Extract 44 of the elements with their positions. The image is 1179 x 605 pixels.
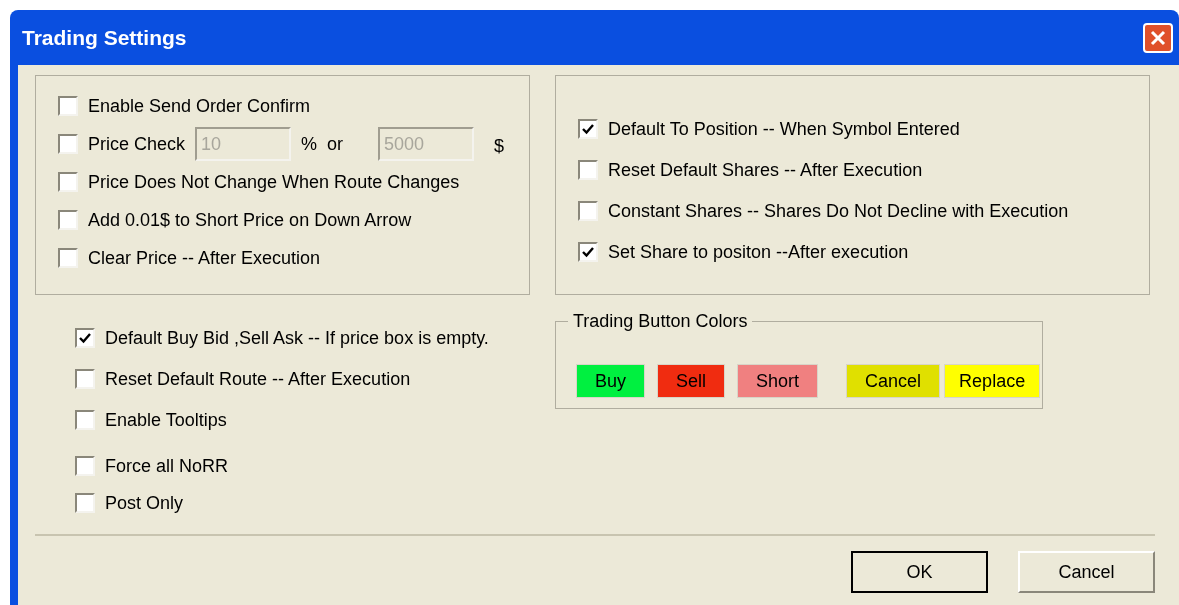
- checkbox-option[interactable]: Enable Send Order Confirm: [58, 94, 529, 118]
- checkbox-option[interactable]: Reset Default Shares -- After Execution: [578, 158, 1149, 182]
- checkbox-option[interactable]: Price Does Not Change When Route Changes: [58, 170, 529, 194]
- color-swatch-button[interactable]: Replace: [944, 364, 1041, 398]
- checkmark-icon: [582, 246, 594, 258]
- checkbox[interactable]: [58, 172, 78, 192]
- checkbox-option[interactable]: Set Share to positon --After execution: [578, 240, 1149, 264]
- checkbox-option[interactable]: Price Check: [58, 132, 186, 156]
- checkbox-option[interactable]: Clear Price -- After Execution: [58, 246, 529, 270]
- checkbox-option[interactable]: Enable Tooltips: [75, 408, 555, 432]
- checkmark-icon: [79, 332, 91, 344]
- checkbox[interactable]: [75, 493, 95, 513]
- checkbox-option[interactable]: Post Only: [75, 491, 555, 515]
- checkbox[interactable]: [578, 119, 598, 139]
- checkbox[interactable]: [578, 160, 598, 180]
- checkbox[interactable]: [58, 210, 78, 230]
- dollar-label: $: [494, 134, 505, 158]
- dialog-button[interactable]: Cancel: [1018, 551, 1155, 593]
- color-swatch-button[interactable]: Sell: [657, 364, 726, 398]
- checkbox-option[interactable]: Default To Position -- When Symbol Entered: [578, 117, 1149, 141]
- color-swatch-button[interactable]: Buy: [576, 364, 646, 398]
- checkbox[interactable]: [75, 369, 95, 389]
- checkbox-option[interactable]: Constant Shares -- Shares Do Not Decline with Execution: [578, 199, 1149, 223]
- checkbox-option[interactable]: Reset Default Route -- After Execution: [75, 367, 555, 391]
- checkbox[interactable]: [578, 201, 598, 221]
- checkmark-icon: [582, 123, 594, 135]
- close-button[interactable]: [1143, 22, 1173, 53]
- color-swatch-button[interactable]: Cancel: [846, 364, 941, 398]
- checkbox[interactable]: [58, 134, 78, 154]
- checkbox[interactable]: [58, 96, 78, 116]
- or-label: or: [327, 132, 344, 156]
- checkbox-option[interactable]: Add 0.01$ to Short Price on Down Arrow: [58, 208, 529, 232]
- close-icon: [1150, 29, 1166, 46]
- checkbox-option[interactable]: Default Buy Bid ,Sell Ask -- If price box is empty.: [75, 326, 555, 350]
- dialog-button[interactable]: OK: [851, 551, 988, 593]
- checkbox[interactable]: [75, 456, 95, 476]
- checkbox[interactable]: [578, 242, 598, 262]
- checkbox[interactable]: [58, 248, 78, 268]
- checkbox[interactable]: [75, 328, 95, 348]
- percent-label: %: [301, 132, 318, 156]
- window-title: Trading Settings: [22, 24, 187, 51]
- checkbox[interactable]: [75, 410, 95, 430]
- color-swatch-button[interactable]: Short: [737, 364, 819, 398]
- checkbox-option[interactable]: Force all NoRR: [75, 454, 555, 478]
